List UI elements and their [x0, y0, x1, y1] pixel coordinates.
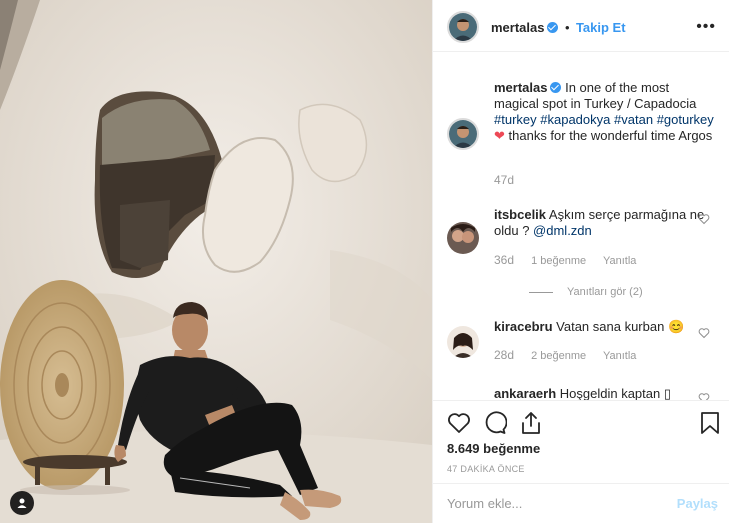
verified-badge-icon	[550, 82, 562, 93]
commenter-avatar[interactable]	[447, 222, 479, 254]
post-actions: 8.649 beğenme 47 DAKİKA ÖNCE	[433, 400, 729, 484]
comment-box: Yorum ekle... Paylaş	[433, 483, 729, 523]
comment-likes[interactable]: 1 beğenme	[531, 255, 586, 267]
comment-text: itsbcelik Aşkım serçe parmağına ne oldu …	[494, 207, 705, 238]
commenter-avatar[interactable]	[447, 326, 479, 358]
heart-icon[interactable]	[447, 411, 471, 435]
comment-like-icon[interactable]	[698, 213, 710, 225]
bookmark-icon[interactable]	[699, 411, 721, 435]
caption-username[interactable]: mertalas	[494, 80, 547, 95]
comment-like-icon[interactable]	[698, 327, 710, 339]
likes-count[interactable]: 8.649 beğenme	[447, 441, 540, 456]
author-username[interactable]: mertalas	[491, 20, 544, 35]
reply-button[interactable]: Yanıtla	[603, 350, 636, 362]
emoji-icon: ▯	[663, 386, 671, 400]
post-panel: mertalas • Takip Et ••• mertalas In one …	[432, 0, 729, 523]
hashtag-link[interactable]: #vatan	[614, 112, 653, 127]
post-photo[interactable]	[0, 0, 432, 523]
comment-like-icon[interactable]	[698, 392, 710, 400]
comment-likes[interactable]: 2 beğenme	[531, 350, 586, 362]
commenter-username[interactable]: ankaraerh	[494, 386, 556, 400]
red-heart-icon: ❤	[494, 128, 505, 143]
caption-time[interactable]: 47d	[494, 173, 514, 187]
commenter-username[interactable]: itsbcelik	[494, 207, 546, 222]
separator-dot: •	[564, 20, 570, 35]
hashtag-link[interactable]: #goturkey	[657, 112, 714, 127]
hashtag-link[interactable]: #kapadokya	[540, 112, 610, 127]
more-options-icon[interactable]: •••	[696, 18, 716, 36]
post-header: mertalas • Takip Et •••	[433, 0, 729, 52]
comments-list[interactable]: mertalas In one of the most magical spot…	[433, 52, 729, 400]
hashtag-link[interactable]: #turkey	[494, 112, 537, 127]
view-replies-button[interactable]: Yanıtları gör (2)	[529, 286, 643, 298]
mention-link[interactable]: @dml.zdn	[533, 223, 592, 238]
caption-meta: 47d	[494, 173, 528, 187]
follow-button[interactable]: Takip Et	[576, 20, 626, 35]
comment-text: ankaraerh Hoşgeldin kaptan ▯	[494, 386, 671, 400]
post-comment-button[interactable]: Paylaş	[677, 496, 718, 511]
reply-button[interactable]: Yanıtla	[603, 255, 636, 267]
post-image	[0, 0, 432, 523]
comment-input[interactable]: Yorum ekle...	[447, 496, 522, 511]
smile-emoji-icon: 😊	[667, 319, 685, 334]
comment-time[interactable]: 36d	[494, 253, 514, 267]
share-icon[interactable]	[519, 411, 543, 435]
post-date[interactable]: 47 DAKİKA ÖNCE	[447, 464, 525, 474]
caption-avatar[interactable]	[447, 118, 479, 150]
comment-bubble-icon[interactable]	[483, 411, 507, 435]
author-avatar[interactable]	[447, 11, 479, 43]
comment-meta: 28d 2 beğenme Yanıtla	[494, 348, 650, 362]
comment-time[interactable]: 28d	[494, 348, 514, 362]
comment-text: kiracebru Vatan sana kurban 😊	[494, 319, 685, 334]
comment-meta: 36d 1 beğenme Yanıtla	[494, 253, 650, 267]
user-tag-icon[interactable]	[10, 491, 34, 515]
verified-badge-icon	[547, 22, 559, 33]
caption-text: mertalas In one of the most magical spot…	[494, 80, 714, 143]
commenter-username[interactable]: kiracebru	[494, 319, 553, 334]
